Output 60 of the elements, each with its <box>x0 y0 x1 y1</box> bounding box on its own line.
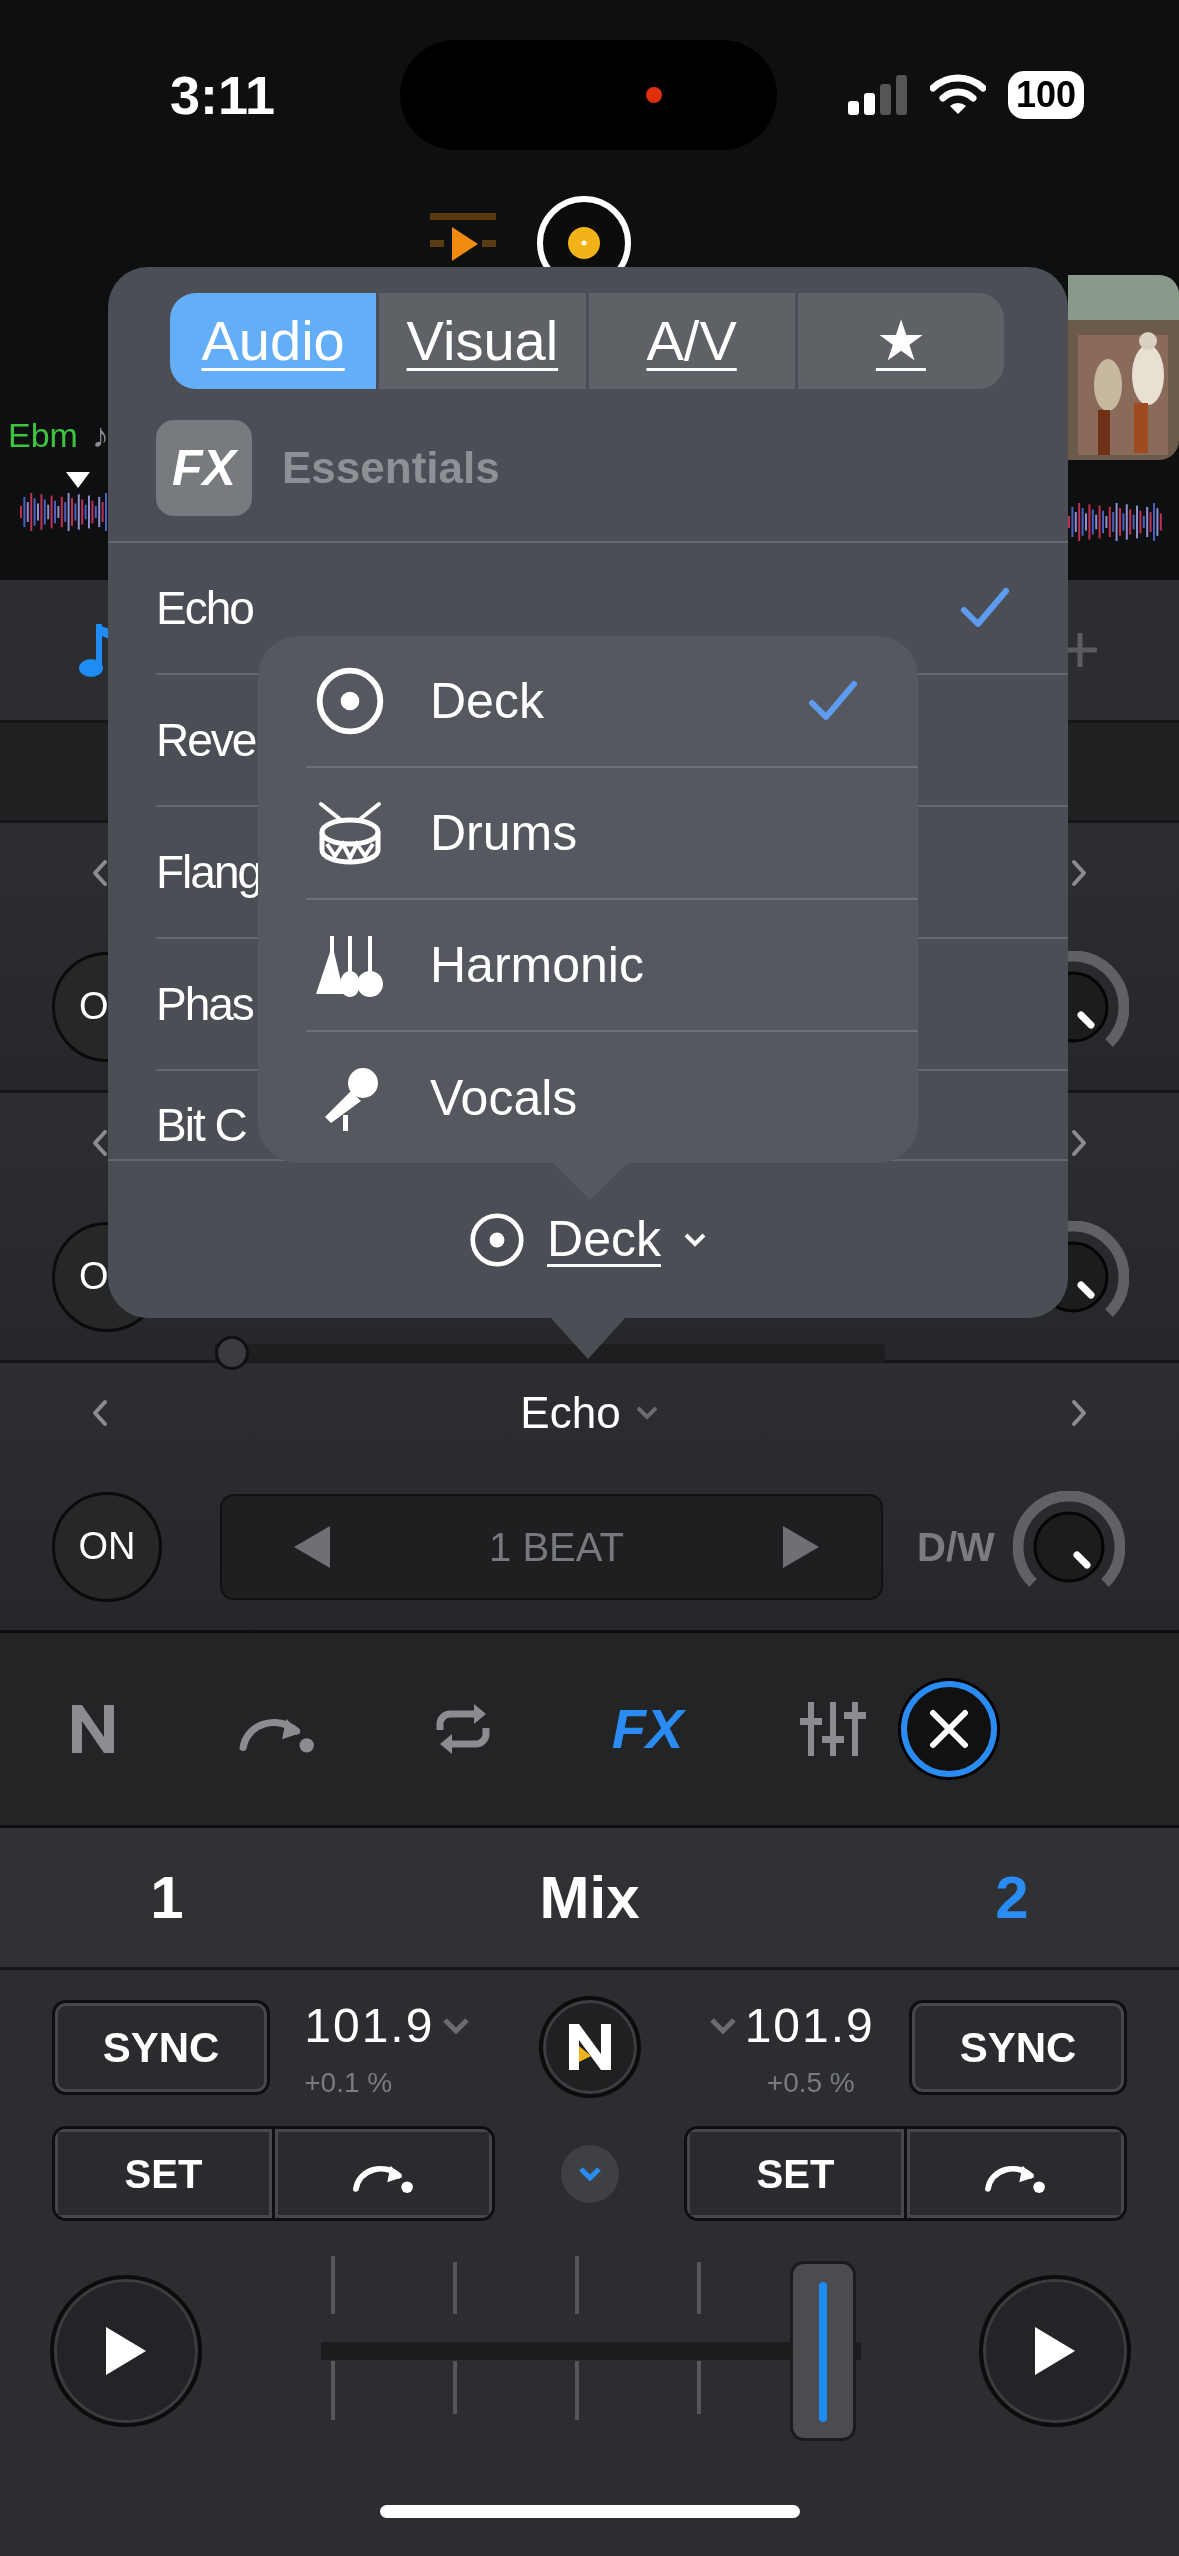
cue-button[interactable] <box>272 2129 492 2218</box>
play-icon <box>104 2325 148 2377</box>
battery-level: 100 <box>1007 71 1084 119</box>
category-title: Essentials <box>282 442 500 494</box>
clock-time: 3:11 <box>170 63 277 127</box>
chevron-right-icon[interactable] <box>1069 858 1089 888</box>
play-icon <box>1033 2325 1077 2377</box>
chevron-down-icon <box>577 2165 602 2182</box>
wifi-icon <box>929 74 986 116</box>
knob-label: D/W <box>917 1523 995 1571</box>
set-button[interactable]: SET <box>687 2129 904 2218</box>
logo-icon[interactable] <box>69 1703 116 1755</box>
triangle-left-icon[interactable] <box>292 1523 332 1570</box>
effect-selector[interactable]: Echo <box>520 1380 659 1446</box>
deck-tab[interactable]: 2 <box>989 1851 1035 1944</box>
slider-thumb[interactable] <box>215 1336 249 1370</box>
key-label: Ebm <box>8 414 78 456</box>
menu-item[interactable]: Deck <box>306 636 918 768</box>
triangle-right-icon[interactable] <box>781 1523 821 1570</box>
logo-icon <box>566 2022 613 2072</box>
sync-button[interactable]: SYNC <box>52 1999 270 2095</box>
fx-tab[interactable]: FX <box>611 1687 684 1771</box>
chevron-left-icon[interactable] <box>90 1398 110 1428</box>
signal-icon <box>845 75 908 115</box>
mix-title: Mix <box>539 1863 640 1931</box>
chevron-right-icon[interactable] <box>1069 1398 1089 1428</box>
chevron-left-icon[interactable] <box>90 1128 110 1158</box>
sync-button[interactable]: SYNC <box>909 1999 1127 2095</box>
caret-icon <box>634 1405 659 1421</box>
note-icon: ♪ <box>91 409 109 461</box>
close-icon <box>929 1709 969 1749</box>
target-icon <box>315 666 385 736</box>
menu-item[interactable]: Drums <box>306 768 918 900</box>
chevron-left-icon[interactable] <box>90 858 110 888</box>
close-button[interactable] <box>901 1681 997 1777</box>
deck-tab[interactable]: 1 <box>144 1851 190 1944</box>
pitch-percent: +0.5 % <box>766 2067 855 2098</box>
on-button[interactable]: ON <box>52 1491 162 1602</box>
fx-badge: FX <box>156 420 252 516</box>
mixer-icon[interactable] <box>799 1700 866 1758</box>
caret-icon[interactable] <box>708 2017 737 2035</box>
caret-icon <box>682 1231 707 1248</box>
drum-icon <box>317 800 383 866</box>
set-button[interactable]: SET <box>55 2129 272 2218</box>
playhead-icon <box>66 472 90 488</box>
cue-button[interactable] <box>904 2129 1124 2218</box>
menu-item[interactable]: Harmonic <box>306 900 918 1032</box>
recording-dot <box>646 87 662 103</box>
chevron-right-icon[interactable] <box>1069 1128 1089 1158</box>
caret-icon[interactable] <box>442 2017 471 2035</box>
menu-item[interactable]: Vocals <box>306 1032 918 1164</box>
target-icon <box>469 1211 526 1268</box>
source-dropdown[interactable]: Deck <box>469 1202 707 1277</box>
bpm-value: 101.9 <box>304 1998 435 2054</box>
bpm-value: 101.9 <box>744 1998 875 2054</box>
beat-value: 1 BEAT <box>489 1523 624 1571</box>
crossfader-thumb[interactable] <box>789 2261 856 2441</box>
beat-selector[interactable]: 1 BEAT <box>220 1493 883 1600</box>
pitch-percent: +0.1 % <box>304 2067 393 2098</box>
category-tab[interactable]: ★ <box>794 293 1004 389</box>
